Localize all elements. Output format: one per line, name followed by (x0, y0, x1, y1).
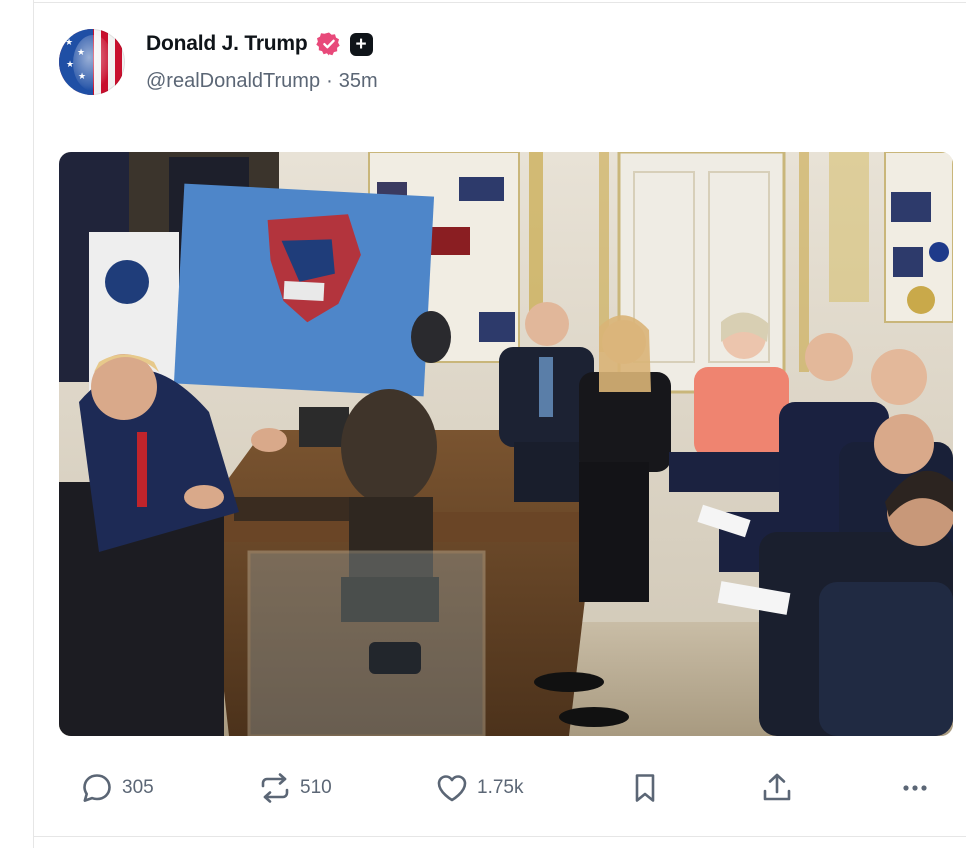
like-button[interactable]: 1.75k (435, 768, 523, 808)
author-name-row: Donald J. Trump + (146, 30, 373, 58)
share-button[interactable] (760, 768, 794, 808)
reply-count: 305 (122, 777, 154, 798)
more-icon (903, 785, 927, 791)
bookmark-icon (635, 774, 655, 802)
top-divider (33, 2, 966, 3)
share-icon (763, 773, 791, 801)
verified-badge-icon (315, 31, 342, 57)
repost-count: 510 (300, 777, 332, 798)
author-handle[interactable]: @realDonaldTrump (146, 70, 320, 93)
bookmark-button[interactable] (628, 768, 662, 808)
post-timestamp[interactable]: 35m (339, 70, 378, 93)
author-display-name[interactable]: Donald J. Trump (146, 32, 308, 56)
post-media-photo[interactable] (59, 152, 953, 736)
reply-button[interactable]: 305 (80, 768, 154, 808)
repost-button[interactable]: 510 (258, 768, 332, 808)
plus-badge-icon: + (349, 32, 373, 56)
author-meta-row: @realDonaldTrump · 35m (146, 70, 378, 93)
post-action-bar: 305 510 1.75k (80, 768, 940, 808)
heart-icon (437, 775, 467, 802)
bottom-divider (33, 836, 966, 837)
more-options-button[interactable] (898, 768, 932, 808)
author-avatar[interactable]: ★ ★ ★ ★ (59, 29, 125, 95)
meta-separator: · (326, 70, 333, 92)
repost-icon (261, 773, 289, 803)
left-divider (33, 0, 34, 848)
like-count: 1.75k (477, 777, 524, 798)
reply-icon (83, 774, 111, 802)
